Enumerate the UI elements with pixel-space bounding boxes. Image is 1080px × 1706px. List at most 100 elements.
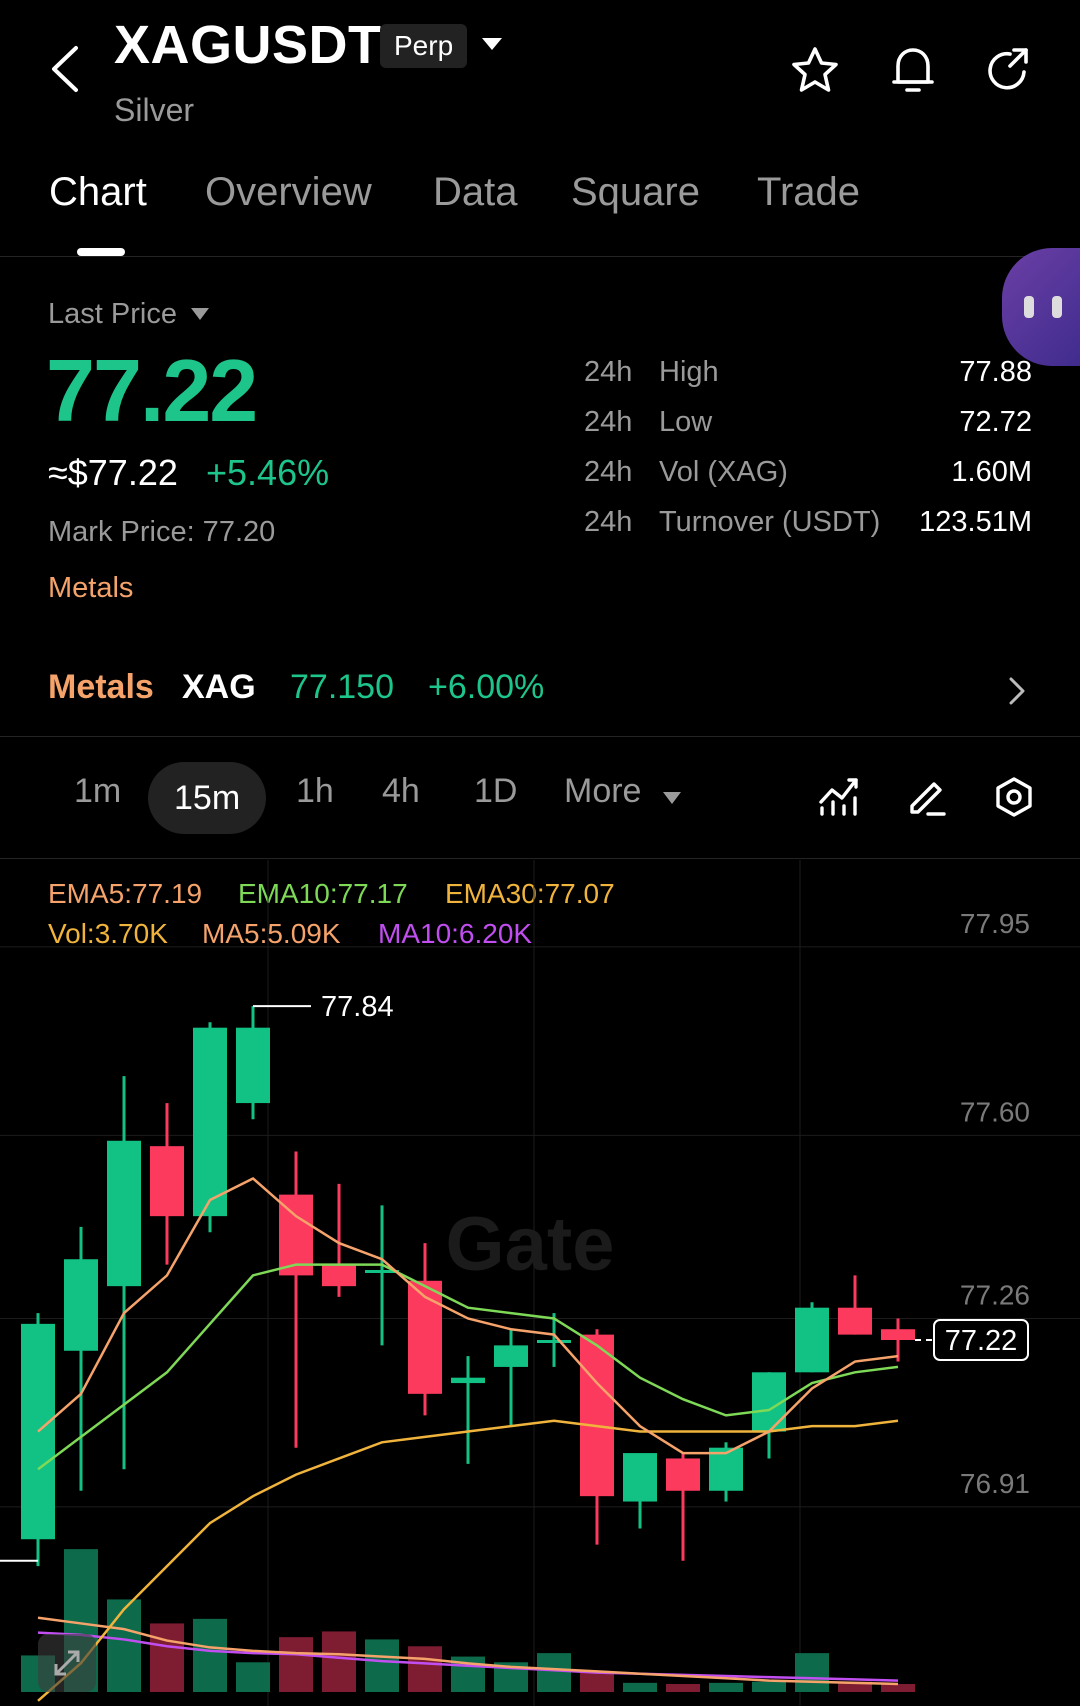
stat-value: 1.60M (951, 456, 1032, 488)
usd-price: ≈$77.22 (48, 452, 178, 493)
divider (0, 736, 1080, 737)
candle-body (64, 1259, 98, 1351)
volume-bar (709, 1682, 743, 1692)
volume-bar (881, 1684, 915, 1692)
volume-bar (408, 1646, 442, 1692)
chevron-right-icon (1009, 677, 1025, 705)
tab-overview[interactable]: Overview (205, 170, 372, 215)
volume-bar (236, 1662, 270, 1692)
candlestick-chart[interactable]: 77.9577.6077.2676.91 Gate 77.8476.8177.2… (0, 860, 1080, 1706)
timeframe-4h[interactable]: 4h (382, 772, 420, 811)
caret-down-icon (663, 792, 681, 804)
active-tab-indicator (77, 248, 125, 256)
chart-settings-button[interactable] (994, 776, 1034, 823)
stat-label: Low (659, 406, 713, 438)
volume-bar (279, 1637, 313, 1692)
stat-period: 24h (584, 456, 633, 488)
perp-badge: Perp (380, 24, 468, 68)
back-button[interactable] (46, 44, 86, 94)
candle-body (537, 1340, 571, 1343)
volume-bar (322, 1631, 356, 1692)
candle-body (451, 1377, 485, 1384)
volume-bar (107, 1599, 141, 1692)
candle-body (193, 1027, 227, 1217)
share-button[interactable] (984, 46, 1032, 99)
volume-bar (365, 1639, 399, 1692)
tab-square[interactable]: Square (571, 170, 700, 215)
volume-bar (537, 1653, 571, 1692)
ticker-change: +6.00% (428, 668, 545, 706)
symbol-dropdown-button[interactable] (480, 36, 504, 57)
bell-icon (892, 48, 934, 92)
volume-bar (795, 1653, 829, 1692)
last-price-value: 77.22 (46, 341, 258, 440)
candle-body (107, 1140, 141, 1287)
share-icon (988, 48, 1028, 90)
stat-period: 24h (584, 356, 633, 388)
volume-bar (580, 1671, 614, 1692)
stat-label: Turnover (USDT) (659, 506, 881, 538)
timeframe-15m[interactable]: 15m (148, 762, 267, 834)
candle-body (666, 1458, 700, 1491)
tab-chart[interactable]: Chart (49, 170, 147, 215)
timeframe-1d[interactable]: 1D (474, 772, 517, 811)
y-axis-tick-label: 77.60 (960, 1096, 1030, 1127)
caret-down-icon (482, 38, 502, 50)
expand-icon (54, 1650, 80, 1676)
stat-period: 24h (584, 406, 633, 438)
volume-bar (150, 1623, 184, 1692)
divider (0, 858, 1080, 859)
stat-label: Vol (XAG) (659, 456, 788, 488)
stat-period: 24h (584, 506, 633, 538)
last-price-dropdown[interactable] (190, 307, 210, 326)
candle-body (580, 1334, 614, 1497)
candle-body (881, 1329, 915, 1340)
candle-body (494, 1345, 528, 1367)
favorite-button[interactable] (790, 46, 840, 99)
tab-trade[interactable]: Trade (757, 170, 860, 215)
indicators-button[interactable] (818, 776, 860, 821)
settings-hexagon-icon (996, 777, 1032, 817)
timeframe-1h[interactable]: 1h (296, 772, 334, 811)
stat-value: 77.88 (959, 356, 1032, 388)
pencil-icon (910, 782, 946, 816)
candle-body (322, 1264, 356, 1287)
y-axis-tick-label: 77.26 (960, 1279, 1030, 1310)
volume-bar (666, 1684, 700, 1692)
related-ticker-row[interactable]: Metals XAG 77.150 +6.00% (0, 650, 1080, 726)
candle-body (623, 1453, 657, 1502)
alert-button[interactable] (890, 44, 936, 101)
price-change: +5.46% (206, 452, 330, 493)
candle-body (236, 1027, 270, 1104)
ticker-price: 77.150 (290, 668, 394, 706)
category-tag[interactable]: Metals (48, 572, 133, 605)
floating-assistant-button[interactable] (1002, 248, 1080, 366)
last-price-label[interactable]: Last Price (48, 298, 177, 331)
high-price-label: 77.84 (321, 991, 394, 1023)
volume-bar (752, 1681, 786, 1692)
fullscreen-button[interactable] (38, 1634, 96, 1692)
symbol-subtitle: Silver (114, 92, 195, 128)
star-icon (792, 47, 838, 92)
volume-bar (623, 1682, 657, 1692)
candle-body (838, 1307, 872, 1335)
timeframe-more[interactable]: More (564, 772, 641, 811)
stat-value: 72.72 (959, 406, 1032, 438)
caret-down-icon (191, 308, 209, 320)
timeframe-1m[interactable]: 1m (74, 772, 121, 811)
y-axis-tick-label: 76.91 (960, 1468, 1030, 1499)
y-axis-tick-label: 77.95 (960, 908, 1030, 939)
chart-watermark: Gate (446, 1202, 615, 1287)
draw-tool-button[interactable] (906, 776, 948, 821)
symbol-title[interactable]: XAGUSDT (114, 14, 382, 76)
candle-body (150, 1146, 184, 1217)
ticker-category: Metals (48, 668, 154, 706)
volume-bars (21, 1549, 915, 1692)
tab-data[interactable]: Data (433, 170, 518, 215)
volume-bar (193, 1618, 227, 1692)
last-price-tag-label: 77.22 (945, 1325, 1018, 1357)
stat-label: High (659, 356, 719, 388)
indicator-chart-icon (819, 778, 858, 816)
mark-price: Mark Price: 77.20 (48, 516, 276, 548)
stat-value: 123.51M (919, 506, 1032, 538)
